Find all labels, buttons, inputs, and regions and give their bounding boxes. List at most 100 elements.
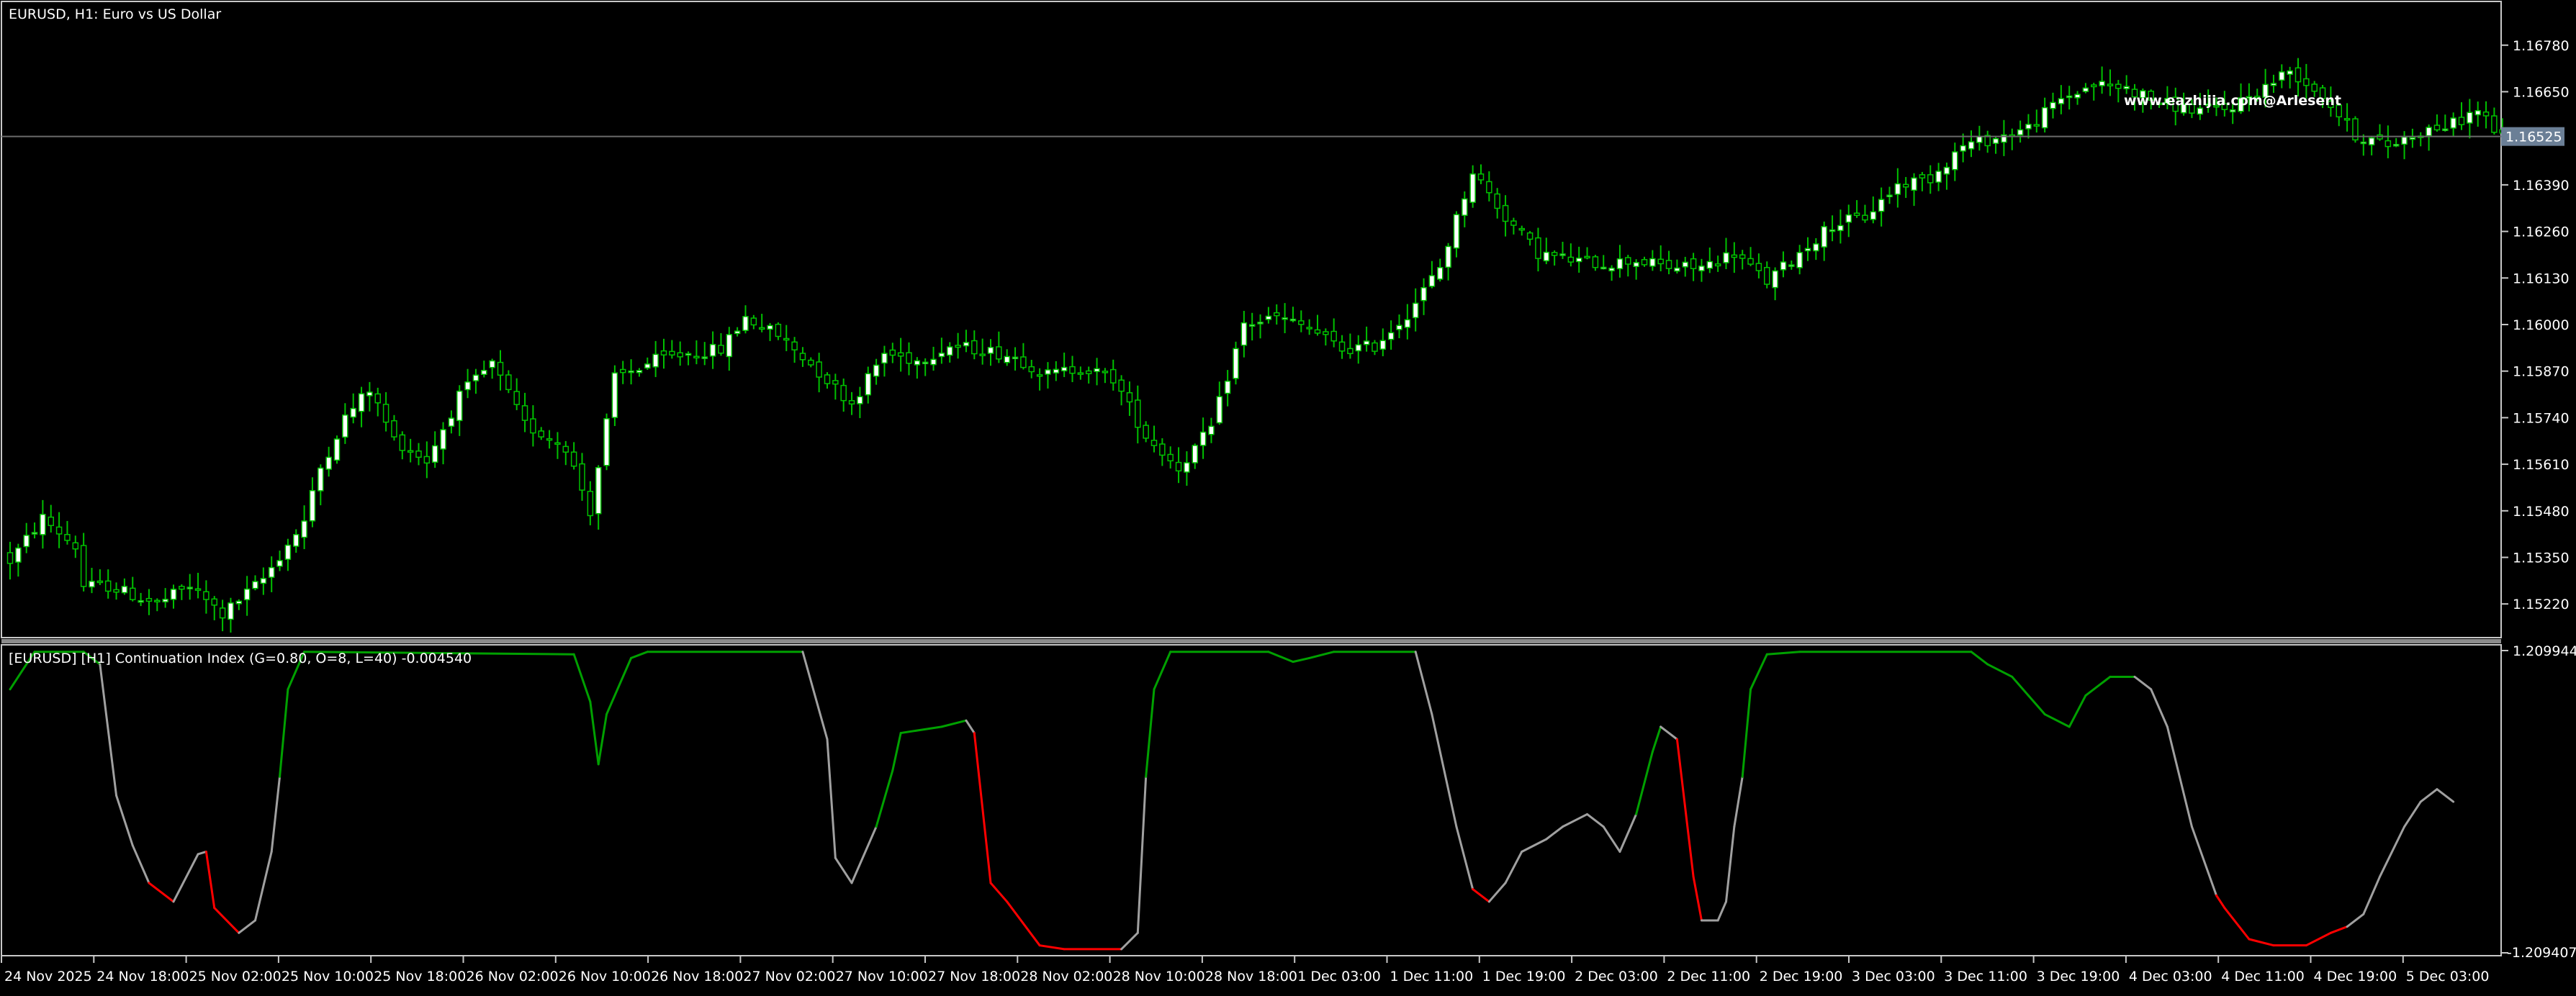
candle-body xyxy=(55,526,63,535)
candle-body xyxy=(1379,340,1387,350)
indicator-title: [EURUSD] [H1] Continuation Index (G=0.80… xyxy=(9,651,472,666)
candle-body xyxy=(1788,264,1795,267)
candle xyxy=(2279,64,2285,89)
candle-body xyxy=(938,353,945,358)
candle-body xyxy=(1886,194,1893,198)
index-segment xyxy=(2068,694,2087,728)
chart-canvas[interactable]: EURUSD, H1: Euro vs US Dollar www.eazhij… xyxy=(0,0,2576,993)
time-tick-label: 3 Dec 19:00 xyxy=(2037,969,2120,984)
index-segment xyxy=(99,663,118,797)
candle-body xyxy=(955,345,961,348)
candle-body xyxy=(1265,315,1272,320)
index-segment xyxy=(989,882,1009,903)
candle xyxy=(1045,362,1051,389)
candle xyxy=(620,361,626,384)
candle-body xyxy=(1878,199,1885,212)
candle xyxy=(1911,173,1917,207)
candle xyxy=(669,340,675,359)
candle-body xyxy=(750,317,757,326)
candle xyxy=(113,582,120,600)
candle xyxy=(1625,255,1631,277)
candle-body xyxy=(979,353,986,356)
candle xyxy=(1199,417,1207,459)
candle xyxy=(1085,366,1092,384)
candle-body xyxy=(1755,263,1762,271)
candle-body xyxy=(440,429,446,450)
panel-separator[interactable] xyxy=(1,639,2501,643)
candle-body xyxy=(620,368,626,374)
time-tick-label: 27 Nov 18:00 xyxy=(928,969,1020,984)
candle xyxy=(1698,258,1705,282)
candle xyxy=(881,345,888,377)
candle xyxy=(840,379,847,412)
candle-body xyxy=(799,353,806,361)
candle-body xyxy=(897,352,904,357)
index-segment xyxy=(2166,725,2193,828)
index-segment xyxy=(254,850,273,922)
candle-body xyxy=(1747,258,1754,265)
candle-body xyxy=(685,353,692,356)
candle-body xyxy=(1159,443,1166,456)
candle-body xyxy=(1714,263,1721,267)
candle xyxy=(2050,92,2056,119)
candle xyxy=(1657,245,1664,271)
candle-body xyxy=(96,580,104,584)
candle xyxy=(1420,278,1427,315)
candle xyxy=(2033,109,2040,133)
candle xyxy=(243,576,251,616)
candle xyxy=(530,405,536,447)
candle xyxy=(2360,134,2367,156)
candle xyxy=(489,358,495,379)
candle-body xyxy=(1976,136,1983,143)
candle xyxy=(415,443,422,466)
index-segment xyxy=(1472,888,1490,903)
candle-body xyxy=(2433,124,2441,131)
candle-body xyxy=(1952,151,1958,171)
candle-body xyxy=(1363,340,1370,345)
time-tick-label: 24 Nov 18:00 xyxy=(96,969,189,984)
candle xyxy=(718,332,724,356)
candle xyxy=(1126,381,1133,416)
candle xyxy=(1723,237,1729,270)
candle-body xyxy=(1592,256,1599,268)
candle-body xyxy=(2197,107,2204,115)
indicator-axis[interactable]: 1.209944 -1.209407 xyxy=(2501,643,2576,961)
candle xyxy=(211,596,217,620)
price-axis[interactable]: 1.16780 1.16650 1.16390 1.16260 1.16130 1.160… xyxy=(2501,38,2570,612)
index-segment xyxy=(279,688,289,778)
mt4-chart-window: EURUSD, H1: Euro vs US Dollar www.eazhij… xyxy=(0,0,2576,993)
candle-body xyxy=(40,513,46,535)
candle xyxy=(48,504,54,533)
time-axis[interactable]: 24 Nov 2025 24 Nov 18:00 25 Nov 02:00 25 No… xyxy=(1,956,2490,984)
candle xyxy=(121,578,128,595)
candle xyxy=(816,353,822,393)
candle xyxy=(660,338,667,369)
candle xyxy=(938,338,945,364)
candle xyxy=(440,422,446,465)
candle xyxy=(1437,258,1444,282)
candle-body xyxy=(154,599,161,603)
candle-body xyxy=(1338,341,1346,352)
candle-body xyxy=(268,566,275,578)
candle xyxy=(2001,119,2007,156)
candle-body xyxy=(2099,81,2105,86)
index-segment xyxy=(834,856,853,884)
candle xyxy=(1902,176,1909,199)
index-segment xyxy=(1675,738,1695,878)
candle xyxy=(906,342,912,376)
candle-body xyxy=(1224,380,1231,394)
candle xyxy=(2467,99,2473,139)
candle-body xyxy=(211,598,217,606)
candle-body xyxy=(1477,173,1485,181)
candle-body xyxy=(431,445,438,463)
candle-body xyxy=(1870,211,1877,220)
index-segment xyxy=(1970,651,1989,666)
candle xyxy=(579,453,585,501)
candle xyxy=(448,410,455,434)
candle xyxy=(734,327,741,337)
candle-body xyxy=(889,349,896,356)
candle-body xyxy=(1216,396,1223,424)
candle xyxy=(1110,359,1117,391)
candle-body xyxy=(2467,112,2473,124)
candle-body xyxy=(775,323,782,338)
